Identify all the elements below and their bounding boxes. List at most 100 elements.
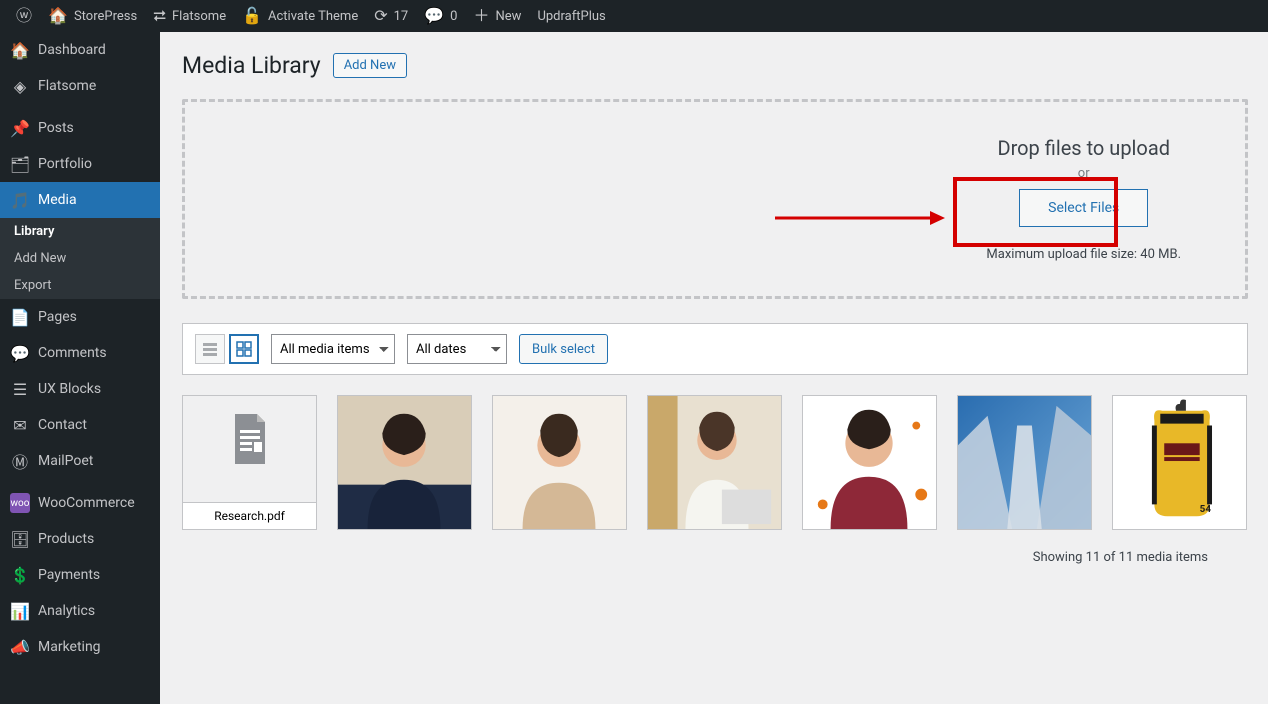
admin-sidebar: 🏠 Dashboard ◈ Flatsome 📌 Posts 🗂 Portfolio 🎵… <box>0 32 160 704</box>
pin-icon: 📌 <box>10 118 30 138</box>
media-item-image[interactable] <box>802 395 937 530</box>
updates-link[interactable]: ⟳17 <box>366 0 416 32</box>
sidebar-item-contact[interactable]: ✉ Contact <box>0 407 160 443</box>
grid-icon <box>236 341 252 357</box>
envelope-icon: ✉ <box>10 415 30 435</box>
updraft-link[interactable]: UpdraftPlus <box>529 0 613 32</box>
submenu-library[interactable]: Library <box>0 218 160 245</box>
annotation-arrow <box>775 208 945 228</box>
sidebar-label: Flatsome <box>38 78 96 94</box>
media-item-image[interactable] <box>337 395 472 530</box>
media-toolbar: All media items All dates Bulk select <box>182 323 1248 375</box>
blocks-icon: ☰ <box>10 379 30 399</box>
theme-link[interactable]: ⮂ Flatsome <box>145 0 234 32</box>
sidebar-label: Posts <box>38 120 74 136</box>
sidebar-item-woocommerce[interactable]: wooWooCommerce <box>0 485 160 521</box>
sidebar-label: WooCommerce <box>38 495 135 511</box>
dashboard-icon: 🏠 <box>10 40 30 60</box>
media-grid: Research.pdf 54 <box>182 395 1248 530</box>
upload-dropzone[interactable]: Drop files to upload or Select Files Max… <box>182 99 1248 299</box>
photo-thumbnail: 54 <box>1113 396 1246 529</box>
new-link[interactable]: ＋ New <box>465 0 529 32</box>
comments-count: 0 <box>450 9 457 24</box>
sidebar-label: UX Blocks <box>38 381 101 397</box>
grid-view-button[interactable] <box>229 334 259 364</box>
media-item-image[interactable] <box>647 395 782 530</box>
bulk-select-button[interactable]: Bulk select <box>519 334 608 364</box>
add-new-button[interactable]: Add New <box>333 53 407 78</box>
page-title: Media Library <box>182 52 321 79</box>
page-icon: 📄 <box>10 307 30 327</box>
sidebar-label: Contact <box>38 417 87 433</box>
comment-icon: 💬 <box>424 8 444 24</box>
photo-thumbnail <box>338 396 471 529</box>
main-content: Media Library Add New Drop files to uplo… <box>160 32 1268 704</box>
sidebar-item-pages[interactable]: 📄 Pages <box>0 299 160 335</box>
max-upload-size: Maximum upload file size: 40 MB. <box>986 247 1181 262</box>
svg-text:54: 54 <box>1200 504 1212 515</box>
flatsome-icon: ◈ <box>10 76 30 96</box>
sidebar-label: Comments <box>38 345 107 361</box>
filter-media-type[interactable]: All media items <box>271 334 395 364</box>
drop-title: Drop files to upload <box>997 136 1170 160</box>
filter-date[interactable]: All dates <box>407 334 507 364</box>
media-submenu: Library Add New Export <box>0 218 160 299</box>
sidebar-item-marketing[interactable]: 📣Marketing <box>0 629 160 665</box>
sidebar-item-uxblocks[interactable]: ☰ UX Blocks <box>0 371 160 407</box>
sidebar-item-comments[interactable]: 💬 Comments <box>0 335 160 371</box>
sidebar-label: MailPoet <box>38 453 93 469</box>
sidebar-label: Portfolio <box>38 156 92 172</box>
new-label: New <box>496 9 522 24</box>
sidebar-item-payments[interactable]: 💲Payments <box>0 557 160 593</box>
media-icon: 🎵 <box>10 190 30 210</box>
photo-thumbnail <box>493 396 626 529</box>
sidebar-item-mailpoet[interactable]: Ⓜ MailPoet <box>0 443 160 479</box>
media-item-file[interactable]: Research.pdf <box>182 395 317 530</box>
comments-icon: 💬 <box>10 343 30 363</box>
site-link[interactable]: 🏠 StorePress <box>40 0 145 32</box>
home-icon: 🏠 <box>48 8 68 24</box>
comments-link[interactable]: 💬0 <box>416 0 465 32</box>
sidebar-label: Products <box>38 531 94 547</box>
page-header: Media Library Add New <box>182 52 1248 79</box>
plus-icon: ＋ <box>473 8 489 24</box>
sidebar-label: Media <box>38 192 77 208</box>
megaphone-icon: 📣 <box>10 637 30 657</box>
updraft-label: UpdraftPlus <box>537 9 605 24</box>
sidebar-item-media[interactable]: 🎵 Media <box>0 182 160 218</box>
media-item-image[interactable] <box>957 395 1092 530</box>
admin-bar: ⓦ 🏠StorePress ⮂Flatsome 🔓Activate Theme … <box>0 0 1268 32</box>
analytics-icon: 📊 <box>10 601 30 621</box>
select-files-button[interactable]: Select Files <box>1019 189 1148 227</box>
media-item-image[interactable] <box>492 395 627 530</box>
sidebar-label: Dashboard <box>38 42 106 58</box>
sidebar-label: Pages <box>38 309 77 325</box>
submenu-addnew[interactable]: Add New <box>0 245 160 272</box>
wordpress-icon: ⓦ <box>16 8 32 24</box>
list-icon <box>202 341 218 357</box>
portfolio-icon: 🗂 <box>10 154 30 174</box>
sidebar-label: Analytics <box>38 603 95 619</box>
wp-logo[interactable]: ⓦ <box>8 0 40 32</box>
theme-name: Flatsome <box>172 9 226 24</box>
unlock-icon: 🔓 <box>242 8 262 24</box>
sidebar-item-products[interactable]: 🗄Products <box>0 521 160 557</box>
mailpoet-icon: Ⓜ <box>10 451 30 471</box>
sidebar-item-portfolio[interactable]: 🗂 Portfolio <box>0 146 160 182</box>
document-icon <box>230 414 270 464</box>
file-name: Research.pdf <box>183 502 316 529</box>
site-name: StorePress <box>74 9 137 24</box>
activate-label: Activate Theme <box>268 9 358 24</box>
drop-or: or <box>1078 166 1090 181</box>
submenu-export[interactable]: Export <box>0 272 160 299</box>
showing-count: Showing 11 of 11 media items <box>182 550 1248 565</box>
sidebar-item-analytics[interactable]: 📊 Analytics <box>0 593 160 629</box>
sidebar-item-flatsome[interactable]: ◈ Flatsome <box>0 68 160 104</box>
media-item-image[interactable]: 54 <box>1112 395 1247 530</box>
activate-theme[interactable]: 🔓 Activate Theme <box>234 0 366 32</box>
sidebar-item-dashboard[interactable]: 🏠 Dashboard <box>0 32 160 68</box>
chevron-left-right-icon: ⮂ <box>153 8 166 24</box>
sidebar-item-posts[interactable]: 📌 Posts <box>0 110 160 146</box>
updates-count: 17 <box>394 9 409 24</box>
list-view-button[interactable] <box>195 334 225 364</box>
